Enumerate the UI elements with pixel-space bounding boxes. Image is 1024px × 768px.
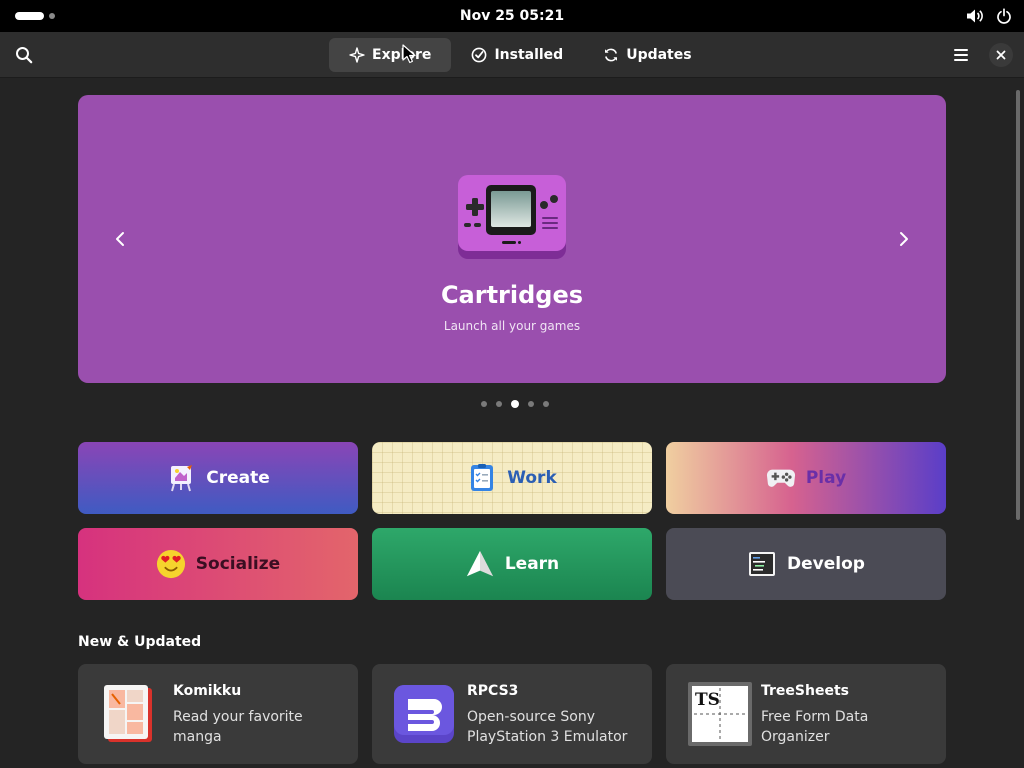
tab-updates-label: Updates bbox=[626, 47, 692, 63]
category-create-label: Create bbox=[206, 468, 270, 488]
category-socialize[interactable]: Socialize bbox=[78, 528, 358, 600]
carousel-dot[interactable] bbox=[496, 401, 502, 407]
workspace-active-pill bbox=[15, 12, 44, 20]
carousel-dot[interactable] bbox=[543, 401, 549, 407]
tab-updates[interactable]: Updates bbox=[583, 38, 711, 72]
refresh-icon bbox=[605, 48, 618, 62]
heart-eyes-emoji-icon bbox=[156, 549, 186, 579]
treesheets-icon-text: TS bbox=[695, 690, 720, 710]
featured-app-subtitle: Launch all your games bbox=[443, 319, 581, 333]
app-card-rpcs3[interactable]: RPCS3 Open-source Sony PlayStation 3 Emu… bbox=[372, 664, 652, 764]
category-play[interactable]: Play bbox=[666, 442, 946, 514]
category-socialize-label: Socialize bbox=[195, 554, 281, 574]
app-description: Free Form Data Organizer bbox=[761, 709, 869, 745]
app-name: TreeSheets bbox=[761, 683, 849, 699]
category-develop-label: Develop bbox=[787, 554, 865, 574]
tab-explore[interactable]: Explore bbox=[329, 38, 452, 72]
category-learn[interactable]: Learn bbox=[372, 528, 652, 600]
check-circle-icon bbox=[472, 47, 487, 63]
gamepad-icon bbox=[766, 463, 796, 493]
volume-icon[interactable] bbox=[966, 8, 984, 24]
category-develop[interactable]: Develop bbox=[666, 528, 946, 600]
system-tray[interactable] bbox=[966, 0, 1012, 32]
clock: Nov 25 05:21 bbox=[0, 0, 1024, 32]
tab-installed[interactable]: Installed bbox=[451, 38, 583, 72]
sparkle-icon bbox=[349, 47, 365, 63]
carousel-page-indicator bbox=[481, 400, 549, 408]
easel-icon bbox=[166, 463, 196, 493]
category-create[interactable]: Create bbox=[78, 442, 358, 514]
app-name: Komikku bbox=[173, 683, 242, 699]
header-bar: Explore Installed Updates bbox=[0, 32, 1024, 78]
chevron-left-icon bbox=[116, 232, 124, 246]
close-window-button[interactable] bbox=[989, 43, 1013, 67]
category-play-label: Play bbox=[805, 468, 847, 488]
activities-indicator[interactable] bbox=[15, 12, 55, 20]
category-work[interactable]: Work bbox=[372, 442, 652, 514]
section-title-new-updated: New & Updated bbox=[78, 634, 202, 650]
featured-app-title: Cartridges bbox=[440, 281, 584, 309]
category-learn-label: Learn bbox=[504, 554, 560, 574]
komikku-app-icon bbox=[100, 682, 160, 746]
carousel-dot-active[interactable] bbox=[511, 400, 519, 408]
carousel-dot[interactable] bbox=[528, 401, 534, 407]
search-icon bbox=[16, 47, 33, 64]
system-top-bar: Nov 25 05:21 bbox=[0, 0, 1024, 32]
featured-carousel[interactable]: Cartridges Launch all your games bbox=[78, 95, 946, 383]
app-description: Read your favorite manga bbox=[173, 709, 303, 745]
app-name: RPCS3 bbox=[467, 683, 519, 699]
app-description: Open-source Sony PlayStation 3 Emulator bbox=[467, 709, 628, 745]
power-icon[interactable] bbox=[996, 8, 1012, 24]
app-card-treesheets[interactable]: TS TreeSheets Free Form Data Organizer bbox=[666, 664, 946, 764]
mouse-cursor bbox=[402, 44, 416, 68]
main-scrollbar[interactable] bbox=[1016, 90, 1020, 520]
code-editor-icon bbox=[747, 549, 777, 579]
clock-label[interactable]: Nov 25 05:21 bbox=[460, 8, 564, 24]
carousel-next-button[interactable] bbox=[890, 223, 918, 255]
hamburger-menu-icon bbox=[954, 49, 968, 61]
main-menu-button[interactable] bbox=[944, 39, 978, 71]
paper-plane-icon bbox=[465, 549, 495, 579]
rpcs3-app-icon bbox=[394, 682, 454, 746]
clipboard-icon bbox=[467, 463, 497, 493]
carousel-previous-button[interactable] bbox=[106, 223, 134, 255]
close-icon bbox=[996, 50, 1006, 60]
treesheets-app-icon: TS bbox=[688, 682, 752, 746]
search-button[interactable] bbox=[8, 39, 40, 71]
carousel-dot[interactable] bbox=[481, 401, 487, 407]
app-card-komikku[interactable]: Komikku Read your favorite manga bbox=[78, 664, 358, 764]
view-switcher: Explore Installed Updates bbox=[329, 38, 712, 72]
category-work-label: Work bbox=[507, 468, 557, 488]
cartridges-app-icon bbox=[456, 173, 568, 261]
chevron-right-icon bbox=[900, 232, 908, 246]
workspace-dot bbox=[49, 13, 55, 19]
tab-installed-label: Installed bbox=[494, 47, 564, 63]
